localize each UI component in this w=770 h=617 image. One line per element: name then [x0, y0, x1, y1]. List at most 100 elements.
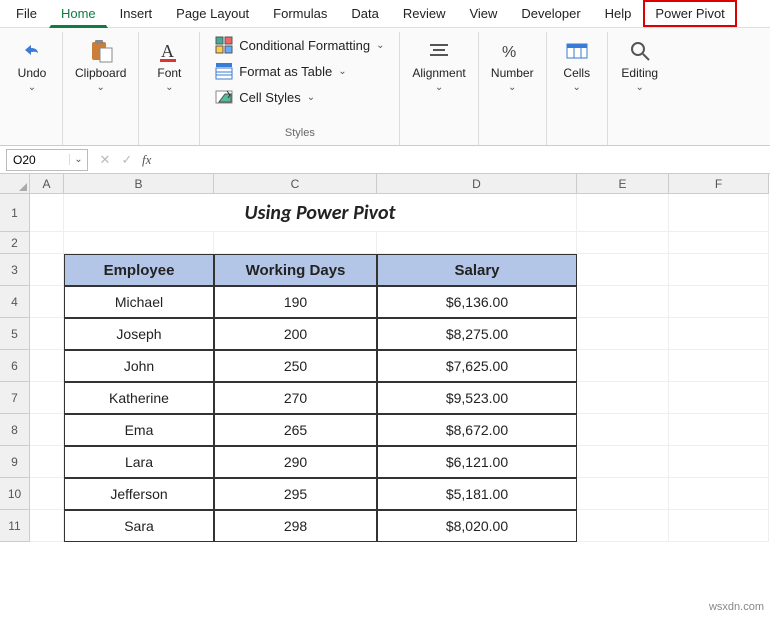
row-header-3[interactable]: 3 [0, 254, 30, 286]
table-cell-employee[interactable]: Sara [64, 510, 214, 542]
grid-cell[interactable] [64, 232, 214, 254]
table-cell-employee[interactable]: Lara [64, 446, 214, 478]
name-box[interactable]: ⌄ [6, 149, 88, 171]
title-cell[interactable]: Using Power Pivot [64, 194, 577, 232]
table-cell-salary[interactable]: $8,020.00 [377, 510, 577, 542]
grid-cell[interactable] [30, 510, 64, 542]
menu-help[interactable]: Help [593, 0, 644, 27]
row-header-2[interactable]: 2 [0, 232, 30, 254]
table-header-working-days[interactable]: Working Days [214, 254, 377, 286]
grid-cell[interactable] [214, 232, 377, 254]
menu-power-pivot[interactable]: Power Pivot [643, 0, 736, 27]
table-cell-salary[interactable]: $8,672.00 [377, 414, 577, 446]
undo-button[interactable]: Undo ⌄ [8, 34, 56, 97]
name-box-input[interactable] [7, 153, 69, 167]
menu-page-layout[interactable]: Page Layout [164, 0, 261, 27]
menu-developer[interactable]: Developer [509, 0, 592, 27]
row-header-4[interactable]: 4 [0, 286, 30, 318]
grid-cell[interactable] [577, 414, 669, 446]
number-button[interactable]: % Number ⌄ [485, 34, 540, 97]
table-cell-employee[interactable]: Michael [64, 286, 214, 318]
grid-cell[interactable] [30, 194, 64, 232]
menu-file[interactable]: File [4, 0, 49, 27]
grid-cell[interactable] [669, 446, 769, 478]
grid-cell[interactable] [577, 350, 669, 382]
col-header-D[interactable]: D [377, 174, 577, 194]
cell-styles-button[interactable]: Cell Styles ⌄ [211, 86, 319, 108]
col-header-A[interactable]: A [30, 174, 64, 194]
fx-icon[interactable]: fx [138, 152, 155, 168]
grid-cell[interactable] [30, 286, 64, 318]
col-header-B[interactable]: B [64, 174, 214, 194]
grid-cell[interactable] [577, 510, 669, 542]
grid-cell[interactable] [30, 254, 64, 286]
formula-input[interactable] [155, 153, 770, 167]
grid-cell[interactable] [30, 414, 64, 446]
menu-view[interactable]: View [457, 0, 509, 27]
menu-insert[interactable]: Insert [108, 0, 165, 27]
row-header-1[interactable]: 1 [0, 194, 30, 232]
menu-home[interactable]: Home [49, 0, 108, 28]
table-cell-days[interactable]: 295 [214, 478, 377, 510]
name-box-dropdown[interactable]: ⌄ [69, 154, 87, 165]
table-cell-employee[interactable]: Jefferson [64, 478, 214, 510]
row-header-6[interactable]: 6 [0, 350, 30, 382]
menu-formulas[interactable]: Formulas [261, 0, 339, 27]
row-header-11[interactable]: 11 [0, 510, 30, 542]
grid-cell[interactable] [377, 232, 577, 254]
grid-cell[interactable] [577, 194, 669, 232]
table-cell-employee[interactable]: Joseph [64, 318, 214, 350]
grid-cell[interactable] [669, 318, 769, 350]
col-header-E[interactable]: E [577, 174, 669, 194]
grid-cell[interactable] [577, 254, 669, 286]
row-header-7[interactable]: 7 [0, 382, 30, 414]
grid-cell[interactable] [30, 382, 64, 414]
cells-button[interactable]: Cells ⌄ [553, 34, 601, 97]
row-header-9[interactable]: 9 [0, 446, 30, 478]
grid-cell[interactable] [577, 446, 669, 478]
table-cell-salary[interactable]: $9,523.00 [377, 382, 577, 414]
font-button[interactable]: A Font ⌄ [145, 34, 193, 97]
alignment-button[interactable]: Alignment ⌄ [406, 34, 471, 97]
format-as-table-button[interactable]: Format as Table ⌄ [211, 60, 350, 82]
grid-cell[interactable] [669, 254, 769, 286]
grid-cell[interactable] [577, 478, 669, 510]
table-cell-days[interactable]: 250 [214, 350, 377, 382]
grid-cell[interactable] [669, 414, 769, 446]
grid-cell[interactable] [669, 478, 769, 510]
table-cell-salary[interactable]: $6,121.00 [377, 446, 577, 478]
table-cell-salary[interactable]: $7,625.00 [377, 350, 577, 382]
table-header-salary[interactable]: Salary [377, 254, 577, 286]
grid-cell[interactable] [669, 232, 769, 254]
grid-cell[interactable] [577, 286, 669, 318]
table-cell-days[interactable]: 200 [214, 318, 377, 350]
menu-data[interactable]: Data [339, 0, 390, 27]
table-cell-employee[interactable]: Katherine [64, 382, 214, 414]
table-cell-salary[interactable]: $8,275.00 [377, 318, 577, 350]
grid-cell[interactable] [577, 382, 669, 414]
grid-cell[interactable] [577, 232, 669, 254]
enter-formula-button[interactable]: ✓ [116, 152, 138, 168]
worksheet-grid[interactable]: A B C D E F 1Using Power Pivot23Employee… [0, 174, 770, 542]
row-header-10[interactable]: 10 [0, 478, 30, 510]
grid-cell[interactable] [669, 286, 769, 318]
grid-cell[interactable] [30, 350, 64, 382]
grid-cell[interactable] [30, 478, 64, 510]
grid-cell[interactable] [30, 232, 64, 254]
menu-review[interactable]: Review [391, 0, 458, 27]
grid-cell[interactable] [669, 194, 769, 232]
select-all-corner[interactable] [0, 174, 30, 194]
grid-cell[interactable] [577, 318, 669, 350]
col-header-C[interactable]: C [214, 174, 377, 194]
table-cell-days[interactable]: 270 [214, 382, 377, 414]
cancel-formula-button[interactable]: ✕ [94, 152, 116, 168]
table-cell-salary[interactable]: $5,181.00 [377, 478, 577, 510]
table-cell-days[interactable]: 265 [214, 414, 377, 446]
editing-button[interactable]: Editing ⌄ [615, 34, 664, 97]
table-cell-days[interactable]: 298 [214, 510, 377, 542]
grid-cell[interactable] [669, 382, 769, 414]
grid-cell[interactable] [30, 318, 64, 350]
table-cell-employee[interactable]: Ema [64, 414, 214, 446]
table-cell-employee[interactable]: John [64, 350, 214, 382]
table-header-employee[interactable]: Employee [64, 254, 214, 286]
